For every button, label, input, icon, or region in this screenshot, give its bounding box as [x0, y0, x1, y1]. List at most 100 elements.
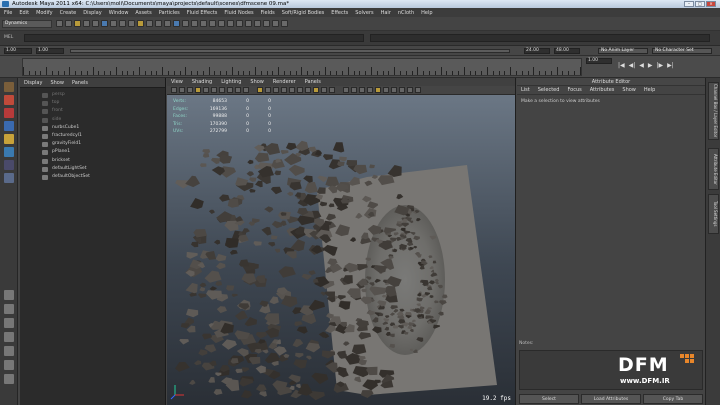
menu-edit[interactable]: Edit — [19, 10, 29, 16]
menu-particles[interactable]: Particles — [159, 10, 180, 16]
status-tool-icon[interactable] — [209, 20, 216, 27]
status-tool-icon[interactable] — [281, 20, 288, 27]
viewport-menu-view[interactable]: View — [171, 79, 183, 85]
viewport-tool-icon[interactable] — [407, 87, 413, 93]
viewport-tool-icon[interactable] — [343, 87, 349, 93]
status-tool-icon[interactable] — [137, 20, 144, 27]
status-tool-icon[interactable] — [155, 20, 162, 27]
ae-menu-focus[interactable]: Focus — [567, 87, 581, 93]
outliner-item[interactable]: front — [20, 107, 165, 115]
outliner-item[interactable]: brickset — [20, 157, 165, 165]
perspective-viewport[interactable]: View Shading Lighting Show Renderer Panels Ve… — [167, 78, 516, 405]
viewport-tool-icon[interactable] — [243, 87, 249, 93]
menu-effects[interactable]: Effects — [331, 10, 348, 16]
status-tool-icon[interactable] — [218, 20, 225, 27]
outliner-item[interactable]: top — [20, 99, 165, 107]
viewport-menu-shading[interactable]: Shading — [192, 79, 212, 85]
menu-display[interactable]: Display — [83, 10, 101, 16]
start-time-field[interactable]: 1.00 — [4, 48, 32, 54]
viewport-tool-icon[interactable] — [265, 87, 271, 93]
go-to-start-icon[interactable]: |◀ — [618, 62, 625, 69]
viewport-tool-icon[interactable] — [359, 87, 365, 93]
status-tool-icon[interactable] — [173, 20, 180, 27]
menu-hair[interactable]: Hair — [381, 10, 391, 16]
maximize-button[interactable]: □ — [695, 1, 705, 7]
viewport-tool-icon[interactable] — [289, 87, 295, 93]
go-to-end-icon[interactable]: ▶| — [667, 62, 674, 69]
status-tool-icon[interactable] — [164, 20, 171, 27]
ae-menu-attributes[interactable]: Attributes — [590, 87, 615, 93]
rotate-tool-icon[interactable] — [4, 134, 14, 144]
viewport-tool-icon[interactable] — [203, 87, 209, 93]
status-tool-icon[interactable] — [236, 20, 243, 27]
menu-create[interactable]: Create — [60, 10, 77, 16]
outliner-item[interactable]: pPlane1 — [20, 148, 165, 156]
playback-start-field[interactable]: 1.00 — [36, 48, 64, 54]
anim-layer-dropdown[interactable]: No Anim Layer — [598, 48, 648, 54]
layout-hypershade-icon[interactable] — [4, 360, 14, 370]
status-tool-icon[interactable] — [254, 20, 261, 27]
menu-help[interactable]: Help — [421, 10, 432, 16]
menu-solvers[interactable]: Solvers — [355, 10, 373, 16]
side-tab-attribute-editor[interactable]: Attribute Editor — [708, 148, 719, 190]
viewport-tool-icon[interactable] — [179, 87, 185, 93]
outliner-item[interactable]: side — [20, 116, 165, 124]
status-tool-icon[interactable] — [74, 20, 81, 27]
viewport-tool-icon[interactable] — [351, 87, 357, 93]
viewport-tool-icon[interactable] — [313, 87, 319, 93]
viewport-tool-icon[interactable] — [329, 87, 335, 93]
move-tool-icon[interactable] — [4, 121, 14, 131]
close-button[interactable]: × — [706, 1, 716, 7]
select-tool-icon[interactable] — [4, 82, 14, 92]
menu-file[interactable]: File — [4, 10, 12, 16]
outliner-item[interactable]: gravityField1 — [20, 140, 165, 148]
select-button[interactable]: Select — [519, 394, 579, 404]
outliner-item[interactable]: fracturedcyl1 — [20, 132, 165, 140]
command-input[interactable] — [24, 34, 364, 42]
play-forward-icon[interactable]: ▶ — [648, 62, 653, 69]
paint-tool-icon[interactable] — [4, 108, 14, 118]
viewport-tool-icon[interactable] — [375, 87, 381, 93]
status-tool-icon[interactable] — [272, 20, 279, 27]
status-tool-icon[interactable] — [83, 20, 90, 27]
status-tool-icon[interactable] — [110, 20, 117, 27]
lasso-tool-icon[interactable] — [4, 95, 14, 105]
outliner-item[interactable]: defaultObjectSet — [20, 173, 165, 181]
menu-assets[interactable]: Assets — [135, 10, 151, 16]
outliner-menu-display[interactable]: Display — [24, 80, 42, 86]
step-forward-icon[interactable]: |▶ — [657, 62, 664, 69]
last-tool-icon[interactable] — [4, 173, 14, 183]
viewport-tool-icon[interactable] — [219, 87, 225, 93]
viewport-tool-icon[interactable] — [321, 87, 327, 93]
viewport-tool-icon[interactable] — [257, 87, 263, 93]
outliner-item[interactable]: defaultLightSet — [20, 165, 165, 173]
load-attributes-button[interactable]: Load Attributes — [581, 394, 641, 404]
outliner-item[interactable]: nurbsCube1 — [20, 124, 165, 132]
side-tab-channel-box-layer-editor[interactable]: Channel Box / Layer Editor — [708, 82, 719, 140]
range-slider[interactable] — [70, 49, 510, 53]
character-set-dropdown[interactable]: No Character Set — [652, 48, 712, 54]
viewport-tool-icon[interactable] — [281, 87, 287, 93]
menu-ncloth[interactable]: nCloth — [398, 10, 414, 16]
layout-side-icon[interactable] — [4, 318, 14, 328]
manipulator-icon[interactable] — [4, 160, 14, 170]
viewport-tool-icon[interactable] — [187, 87, 193, 93]
ae-menu-show[interactable]: Show — [622, 87, 636, 93]
status-tool-icon[interactable] — [245, 20, 252, 27]
viewport-tool-icon[interactable] — [273, 87, 279, 93]
viewport-menu-show[interactable]: Show — [250, 79, 264, 85]
status-tool-icon[interactable] — [56, 20, 63, 27]
viewport-tool-icon[interactable] — [399, 87, 405, 93]
ae-menu-help[interactable]: Help — [644, 87, 655, 93]
copy-tab-button[interactable]: Copy Tab — [643, 394, 703, 404]
end-time-field[interactable]: 48.00 — [554, 48, 580, 54]
viewport-tool-icon[interactable] — [367, 87, 373, 93]
viewport-tool-icon[interactable] — [305, 87, 311, 93]
viewport-tool-icon[interactable] — [235, 87, 241, 93]
step-back-icon[interactable]: ◀| — [629, 62, 636, 69]
status-tool-icon[interactable] — [101, 20, 108, 27]
status-tool-icon[interactable] — [128, 20, 135, 27]
status-tool-icon[interactable] — [182, 20, 189, 27]
viewport-menu-panels[interactable]: Panels — [305, 79, 321, 85]
layout-single-icon[interactable] — [4, 290, 14, 300]
